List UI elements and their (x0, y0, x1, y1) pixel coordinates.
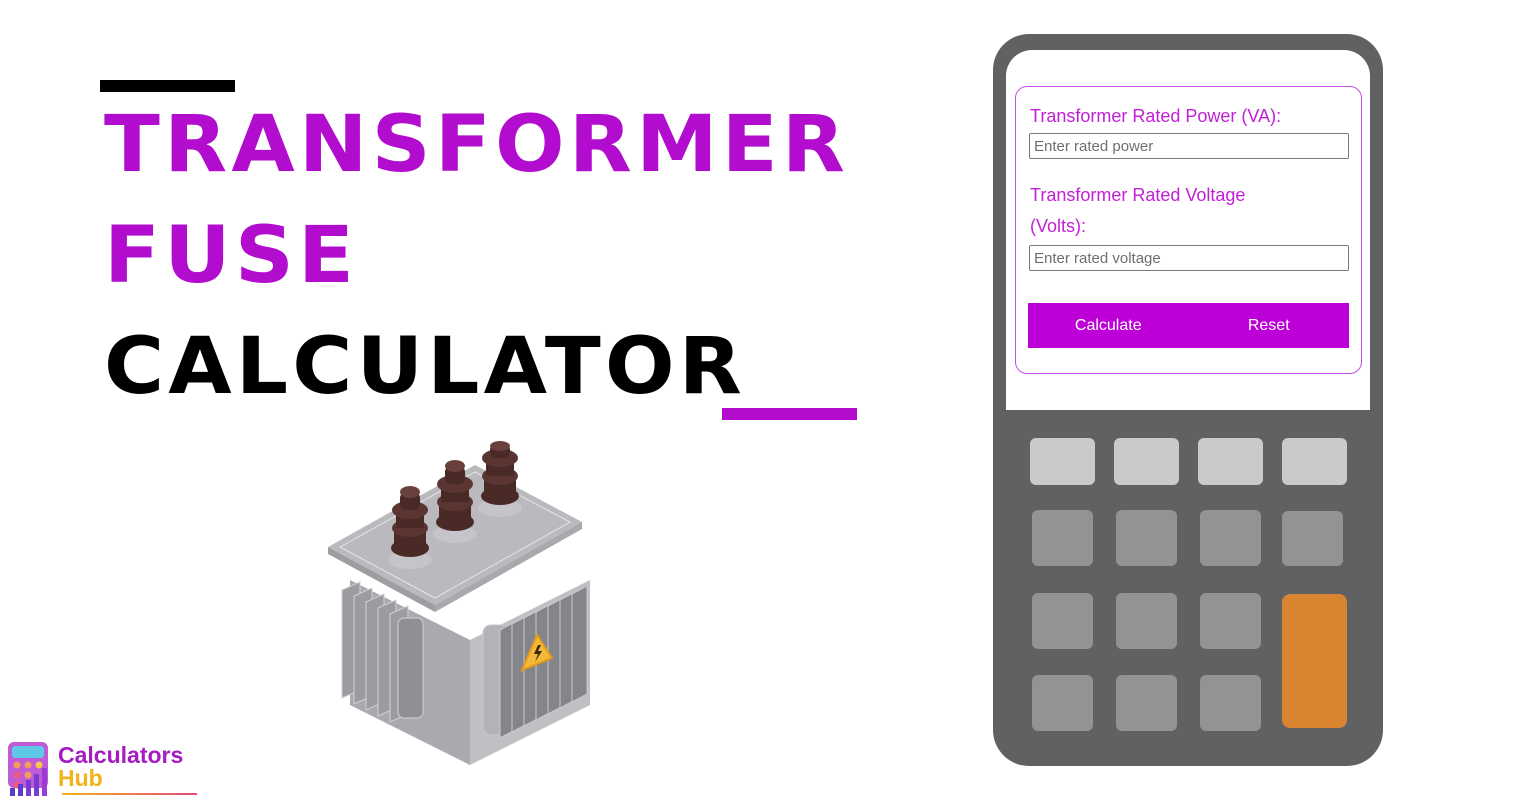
calculator-key (1116, 675, 1177, 731)
calculator-key (1116, 510, 1177, 566)
calculator-key (1032, 675, 1093, 731)
page-title-line-3: CALCULATOR (104, 322, 747, 412)
calculator-key (1032, 510, 1093, 566)
rated-voltage-label-line-2: (Volts): (1030, 216, 1087, 236)
logo-underline (62, 793, 197, 795)
form-button-bar: Calculate Reset (1028, 303, 1349, 348)
calculator-key (1282, 511, 1343, 566)
radiator-left (341, 581, 424, 723)
transformer-icon (328, 441, 590, 765)
calculate-button[interactable]: Calculate (1028, 303, 1189, 348)
calculator-key (1198, 438, 1263, 485)
bushing-3 (478, 441, 522, 517)
calculator-key (1200, 593, 1261, 649)
title-accent-bar-top (100, 80, 235, 92)
calculator-key (1030, 438, 1095, 485)
calculator-equals-key (1282, 594, 1347, 728)
calculator-key (1200, 675, 1261, 731)
calculator-key (1116, 593, 1177, 649)
rated-voltage-label-line-1: Transformer Rated Voltage (1030, 185, 1246, 205)
calculator-key (1200, 510, 1261, 566)
rated-power-input[interactable] (1029, 133, 1349, 159)
calculator-key (1114, 438, 1179, 485)
calculator-logo-icon (8, 742, 48, 796)
title-accent-bar-bottom (722, 408, 857, 420)
rated-power-label: Transformer Rated Power (VA): (1030, 106, 1282, 126)
calculators-hub-logo[interactable]: Calculators Hub (6, 738, 206, 800)
page-title-line-2: FUSE (104, 211, 359, 301)
logo-text-hub: Hub (58, 765, 103, 791)
page-title-line-1: TRANSFORMER (104, 100, 850, 190)
rated-voltage-input[interactable] (1029, 245, 1349, 271)
calculator-key (1282, 438, 1347, 485)
reset-button[interactable]: Reset (1189, 303, 1350, 348)
calculator-key (1032, 593, 1093, 649)
